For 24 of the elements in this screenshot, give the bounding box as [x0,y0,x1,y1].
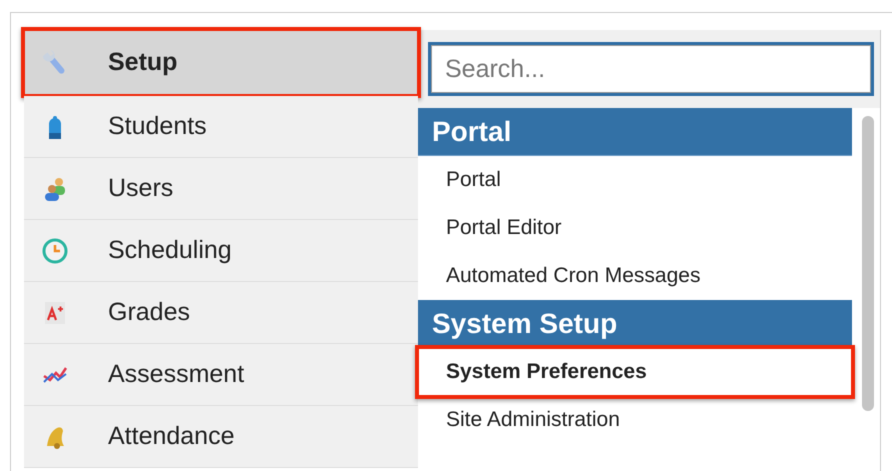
section-header: System Setup [418,300,852,348]
menu-item[interactable]: Portal [418,156,852,204]
section-header: Portal [418,108,852,156]
nav-item[interactable]: Grades [24,282,418,344]
nav-label: Attendance [108,422,234,451]
menu-item[interactable]: System Preferences [418,348,852,396]
nav-item[interactable]: Assessment [24,344,418,406]
clock-icon [40,236,70,266]
nav-item[interactable]: Students [24,96,418,158]
nav-label: Scheduling [108,236,232,265]
scrollbar[interactable] [862,116,874,411]
nav-item[interactable]: Scheduling [24,220,418,282]
menu-item[interactable]: Portal Editor [418,204,852,252]
nav-label: Users [108,174,174,203]
search-field[interactable]: Search... [428,42,874,96]
nav-label: Students [108,112,207,141]
nav-label: Setup [108,48,178,77]
nav-label: Assessment [108,360,244,389]
menu-item[interactable]: Automated Cron Messages [418,252,852,300]
nav-item[interactable]: Attendance [24,406,418,468]
nav-item[interactable]: Users [24,158,418,220]
nav-item[interactable]: Setup [24,30,418,96]
menu-item[interactable]: Site Administration [418,396,852,444]
nav-label: Grades [108,298,190,327]
